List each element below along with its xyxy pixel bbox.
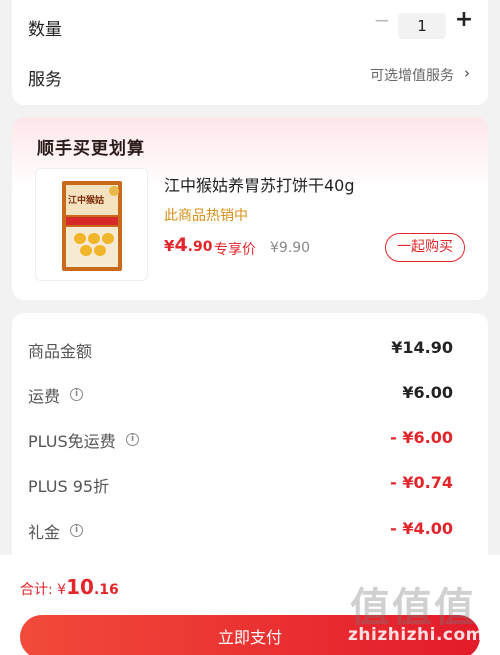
product-image[interactable]: 江中猴姑	[35, 168, 148, 281]
info-icon[interactable]: i	[70, 524, 83, 537]
checkout-bar: 合计: ¥10.16 立即支付	[0, 555, 500, 655]
product-name[interactable]: 江中猴姑养胃苏打饼干40g	[164, 172, 355, 196]
order-total: 合计: ¥10.16	[20, 575, 119, 599]
service-selector[interactable]: 可选增值服务	[370, 65, 454, 85]
price-row-label: PLUS 95折	[28, 477, 110, 496]
price-row-label: 礼金	[28, 523, 61, 542]
product-logo: 江中猴姑	[68, 196, 105, 206]
exclusive-price: ¥4.90	[164, 234, 213, 256]
promo-title: 顺手买更划算	[37, 139, 145, 159]
price-row-value: - ¥4.00	[390, 519, 453, 538]
quantity-increase-button[interactable]: +	[454, 9, 474, 31]
info-icon[interactable]: i	[126, 433, 139, 446]
info-icon[interactable]: i	[70, 388, 83, 401]
price-row-value: - ¥0.74	[390, 473, 453, 492]
price-row-value: - ¥6.00	[390, 428, 453, 447]
order-options-card: 数量 − 1 + 服务 可选增值服务 ›	[12, 0, 488, 105]
promo-card: 顺手买更划算 江中猴姑 江中猴姑养胃苏打饼干40g 此商品热销中 ¥4.90 专…	[12, 117, 488, 300]
service-label: 服务	[28, 70, 62, 90]
quantity-input[interactable]: 1	[398, 13, 446, 39]
price-row-value: ¥6.00	[402, 383, 453, 402]
pay-now-button[interactable]: 立即支付	[20, 615, 480, 655]
price-row-label: PLUS免运费	[28, 432, 116, 451]
original-price: ¥9.90	[270, 240, 311, 256]
quantity-decrease-button[interactable]: −	[372, 10, 392, 30]
buy-together-button[interactable]: 一起购买	[385, 233, 465, 262]
price-row-label: 商品金额	[28, 342, 93, 361]
price-row-label: 运费	[28, 387, 61, 406]
hot-sale-tag: 此商品热销中	[164, 208, 248, 224]
chevron-right-icon[interactable]: ›	[464, 64, 470, 82]
price-breakdown-card: 商品金额 ¥14.90 运费 i ¥6.00 PLUS免运费 i - ¥6.00 PLUS 95…	[12, 313, 488, 573]
quantity-label: 数量	[28, 20, 62, 40]
price-row-value: ¥14.90	[391, 338, 453, 357]
product-box-illustration: 江中猴姑	[62, 181, 122, 271]
exclusive-price-label: 专享价	[214, 242, 256, 258]
